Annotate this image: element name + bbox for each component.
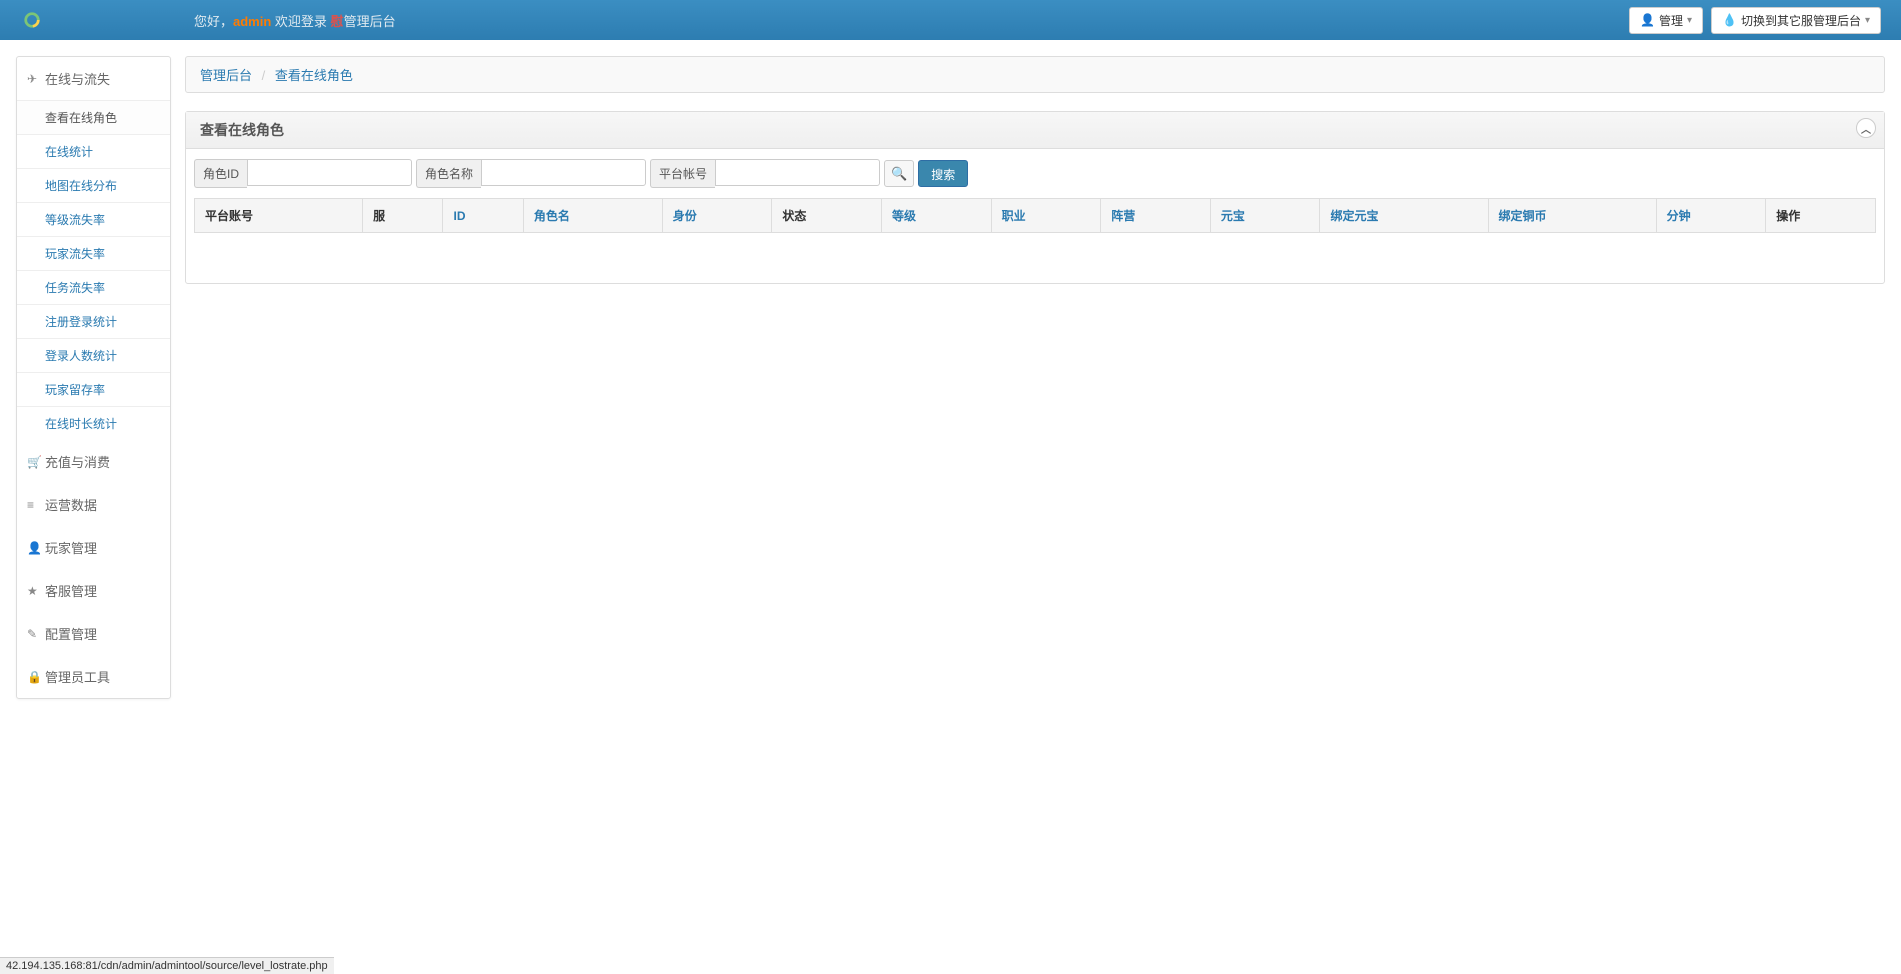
sidebar-item[interactable]: 登录人数统计: [17, 338, 170, 372]
sidebar-item-link[interactable]: 注册登录统计: [45, 315, 117, 329]
panel-title: 查看在线角色: [200, 120, 284, 140]
edit-icon: ✎: [27, 627, 41, 641]
main-content: 管理后台 / 查看在线角色 查看在线角色 ︿ 角色ID 角色名称: [185, 56, 1885, 284]
lock-icon: 🔒: [27, 670, 41, 684]
sidebar-item-link[interactable]: 登录人数统计: [45, 349, 117, 363]
admin-dropdown-button[interactable]: 👤 管理 ▾: [1629, 7, 1703, 34]
account-group: 平台帐号: [650, 159, 880, 188]
navbar-right: 👤 管理 ▾ 💧 切换到其它服管理后台 ▾: [1629, 7, 1881, 34]
sidebar-item-link[interactable]: 等级流失率: [45, 213, 105, 227]
table-header-cell: 平台账号: [195, 199, 363, 233]
sidebar-item[interactable]: 在线统计: [17, 134, 170, 168]
sidebar-item-link[interactable]: 在线时长统计: [45, 417, 117, 431]
cart-icon: 🛒: [27, 455, 41, 469]
panel-collapse-button[interactable]: ︿: [1856, 118, 1876, 138]
user-icon: 👤: [27, 541, 41, 555]
sidebar-section-label: 充值与消费: [45, 452, 110, 471]
breadcrumb-separator: /: [262, 68, 266, 83]
role-name-label: 角色名称: [416, 159, 481, 188]
table-header-cell[interactable]: 等级: [881, 199, 991, 233]
sidebar-item[interactable]: 玩家留存率: [17, 372, 170, 406]
sidebar-item[interactable]: 等级流失率: [17, 202, 170, 236]
table-header-cell[interactable]: 绑定元宝: [1320, 199, 1488, 233]
breadcrumb-root[interactable]: 管理后台: [200, 68, 252, 83]
sidebar-item-link[interactable]: 查看在线角色: [45, 111, 117, 125]
greeting-text: 您好，admin 欢迎登录 慰管理后台: [194, 11, 396, 30]
search-icon: 🔍: [891, 166, 907, 182]
table-header-cell[interactable]: ID: [443, 199, 523, 233]
table-header-cell[interactable]: 阵营: [1101, 199, 1211, 233]
panel: 查看在线角色 ︿ 角色ID 角色名称 平台帐号: [185, 111, 1885, 284]
sidebar-section-header[interactable]: ≡ 运营数据: [17, 483, 170, 526]
table-header-cell: 服: [363, 199, 443, 233]
search-row: 角色ID 角色名称 平台帐号 🔍 搜索: [194, 159, 1876, 188]
sidebar-section-label: 配置管理: [45, 624, 97, 643]
account-input[interactable]: [715, 159, 880, 186]
list-icon: ≡: [27, 498, 41, 512]
caret-down-icon: ▾: [1687, 15, 1692, 26]
table-header-cell[interactable]: 元宝: [1210, 199, 1320, 233]
sidebar-item[interactable]: 在线时长统计: [17, 406, 170, 440]
table-header-cell: 状态: [772, 199, 882, 233]
logo-icon: [20, 8, 44, 32]
sidebar-section-header[interactable]: ★ 客服管理: [17, 569, 170, 612]
top-navbar: 您好，admin 欢迎登录 慰管理后台 👤 管理 ▾ 💧 切换到其它服管理后台 …: [0, 0, 1901, 40]
sidebar-section-label: 玩家管理: [45, 538, 97, 557]
sidebar-item[interactable]: 地图在线分布: [17, 168, 170, 202]
search-button[interactable]: 搜索: [918, 160, 968, 187]
table-header-cell[interactable]: 身份: [662, 199, 772, 233]
sidebar-section-label: 客服管理: [45, 581, 97, 600]
table-header-cell[interactable]: 分钟: [1656, 199, 1766, 233]
table-header-cell[interactable]: 绑定铜币: [1488, 199, 1656, 233]
sidebar-section-label: 运营数据: [45, 495, 97, 514]
table-header-cell[interactable]: 职业: [991, 199, 1101, 233]
sidebar-section-header[interactable]: 🛒 充值与消费: [17, 440, 170, 483]
breadcrumb: 管理后台 / 查看在线角色: [185, 56, 1885, 93]
chevron-up-icon: ︿: [1861, 121, 1871, 136]
caret-down-icon: ▾: [1865, 15, 1870, 26]
table-header-row: 平台账号服ID角色名身份状态等级职业阵营元宝绑定元宝绑定铜币分钟操作: [195, 199, 1876, 233]
sidebar-item-link[interactable]: 在线统计: [45, 145, 93, 159]
sidebar-section-header[interactable]: ✎ 配置管理: [17, 612, 170, 655]
tint-icon: 💧: [1722, 13, 1737, 27]
role-name-input[interactable]: [481, 159, 646, 186]
plane-icon: ✈: [27, 72, 41, 86]
results-table: 平台账号服ID角色名身份状态等级职业阵营元宝绑定元宝绑定铜币分钟操作: [194, 198, 1876, 233]
star-icon: ★: [27, 584, 41, 598]
sidebar-section-label: 管理员工具: [45, 667, 110, 686]
sidebar-item[interactable]: 玩家流失率: [17, 236, 170, 270]
sidebar-item[interactable]: 查看在线角色: [17, 100, 170, 134]
sidebar-item-link[interactable]: 任务流失率: [45, 281, 105, 295]
search-icon-button[interactable]: 🔍: [884, 160, 914, 187]
sidebar-section-header[interactable]: ✈ 在线与流失: [17, 57, 170, 100]
panel-header: 查看在线角色 ︿: [186, 112, 1884, 149]
user-icon: 👤: [1640, 13, 1655, 27]
sidebar-item[interactable]: 任务流失率: [17, 270, 170, 304]
role-name-group: 角色名称: [416, 159, 646, 188]
browser-status-bar: 42.194.135.168:81/cdn/admin/admintool/so…: [0, 957, 334, 974]
table-header-cell[interactable]: 角色名: [523, 199, 662, 233]
sidebar-section-label: 在线与流失: [45, 69, 110, 88]
sidebar-section-header[interactable]: 🔒 管理员工具: [17, 655, 170, 698]
sidebar-item-link[interactable]: 玩家留存率: [45, 383, 105, 397]
sidebar-section-header[interactable]: 👤 玩家管理: [17, 526, 170, 569]
breadcrumb-current[interactable]: 查看在线角色: [275, 68, 353, 83]
role-id-group: 角色ID: [194, 159, 412, 188]
role-id-label: 角色ID: [194, 159, 247, 188]
sidebar-item[interactable]: 注册登录统计: [17, 304, 170, 338]
sidebar: ✈ 在线与流失查看在线角色在线统计地图在线分布等级流失率玩家流失率任务流失率注册登…: [16, 56, 171, 699]
account-label: 平台帐号: [650, 159, 715, 188]
sidebar-item-link[interactable]: 地图在线分布: [45, 179, 117, 193]
sidebar-item-link[interactable]: 玩家流失率: [45, 247, 105, 261]
panel-body: 角色ID 角色名称 平台帐号 🔍 搜索: [186, 149, 1884, 283]
switch-server-button[interactable]: 💧 切换到其它服管理后台 ▾: [1711, 7, 1881, 34]
role-id-input[interactable]: [247, 159, 412, 186]
table-header-cell: 操作: [1766, 199, 1876, 233]
